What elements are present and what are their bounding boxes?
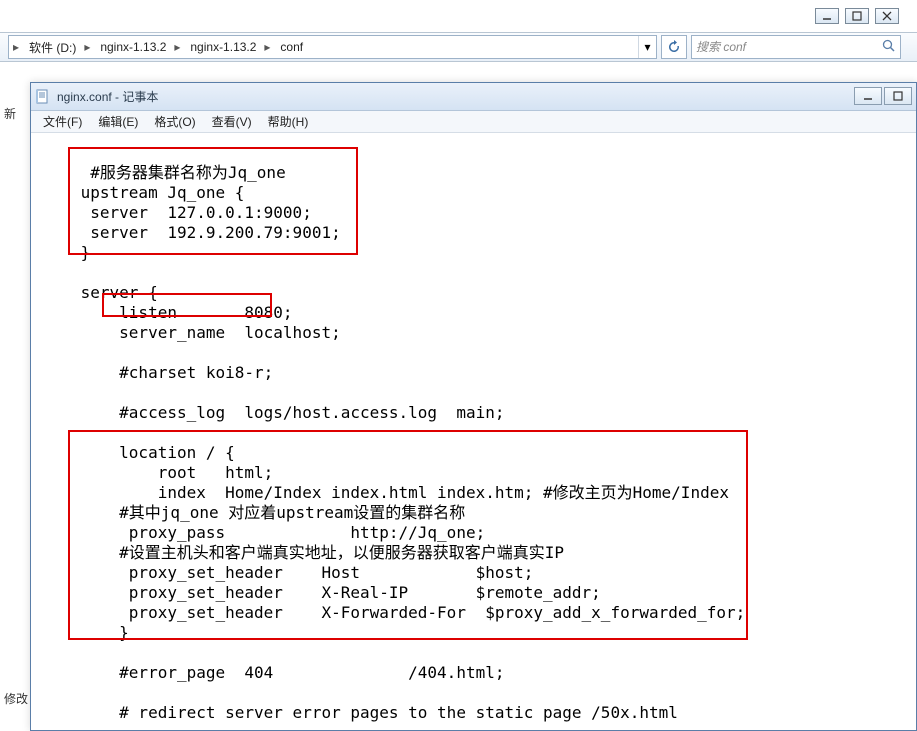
- notepad-minimize-button[interactable]: [854, 87, 882, 105]
- chevron-right-icon: ▸: [170, 40, 184, 54]
- notepad-menubar: 文件(F) 编辑(E) 格式(O) 查看(V) 帮助(H): [31, 111, 916, 133]
- sidebar-item-new[interactable]: 新: [4, 105, 16, 122]
- chevron-right-icon: ▸: [260, 40, 274, 54]
- refresh-button[interactable]: [661, 35, 687, 59]
- breadcrumb[interactable]: ▸ 软件 (D:) ▸ nginx-1.13.2 ▸ nginx-1.13.2 …: [8, 35, 657, 59]
- chevron-right-icon[interactable]: ▸: [9, 40, 23, 54]
- menu-file[interactable]: 文件(F): [35, 111, 90, 132]
- refresh-icon: [667, 40, 681, 54]
- maximize-button[interactable]: [845, 8, 869, 24]
- notepad-titlebar[interactable]: nginx.conf - 记事本: [31, 83, 916, 111]
- close-button[interactable]: [875, 8, 899, 24]
- explorer-address-bar: ▸ 软件 (D:) ▸ nginx-1.13.2 ▸ nginx-1.13.2 …: [0, 32, 917, 62]
- notepad-window: nginx.conf - 记事本 文件(F) 编辑(E) 格式(O) 查看(V)…: [30, 82, 917, 731]
- breadcrumb-dropdown-icon[interactable]: ▾: [638, 36, 656, 58]
- search-icon[interactable]: [882, 39, 896, 56]
- menu-view[interactable]: 查看(V): [204, 111, 260, 132]
- chevron-right-icon: ▸: [80, 40, 94, 54]
- notepad-window-controls: [854, 87, 912, 105]
- breadcrumb-item-0[interactable]: 软件 (D:): [23, 36, 80, 58]
- search-input[interactable]: [696, 40, 896, 54]
- notepad-icon: [35, 89, 51, 105]
- menu-edit[interactable]: 编辑(E): [90, 111, 146, 132]
- breadcrumb-item-2[interactable]: nginx-1.13.2: [184, 36, 260, 58]
- minimize-button[interactable]: [815, 8, 839, 24]
- search-box[interactable]: [691, 35, 901, 59]
- menu-format[interactable]: 格式(O): [146, 111, 203, 132]
- menu-help[interactable]: 帮助(H): [260, 111, 317, 132]
- notepad-content[interactable]: #服务器集群名称为Jq_one upstream Jq_one { server…: [31, 133, 916, 730]
- sidebar-item-modify[interactable]: 修改: [4, 690, 28, 707]
- parent-window-controls: [815, 8, 899, 24]
- notepad-title: nginx.conf - 记事本: [57, 88, 158, 105]
- notepad-maximize-button[interactable]: [884, 87, 912, 105]
- breadcrumb-item-1[interactable]: nginx-1.13.2: [94, 36, 170, 58]
- breadcrumb-item-3[interactable]: conf: [274, 36, 307, 58]
- code-text[interactable]: #服务器集群名称为Jq_one upstream Jq_one { server…: [31, 143, 916, 723]
